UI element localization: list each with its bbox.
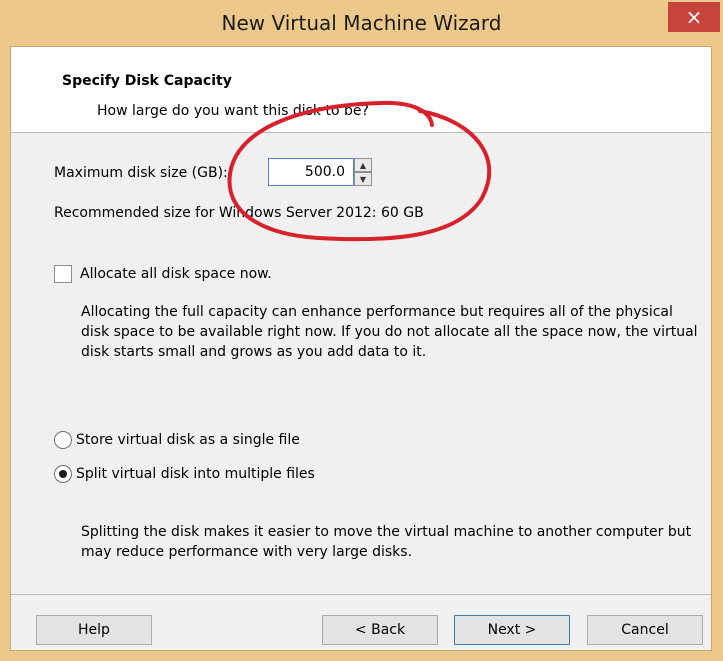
disk-size-spinner[interactable]: ▲ ▼: [268, 158, 372, 186]
multiple-files-label[interactable]: Split virtual disk into multiple files: [76, 466, 315, 482]
window-title: New Virtual Machine Wizard: [221, 11, 502, 35]
multiple-files-radio[interactable]: [54, 465, 72, 483]
allocate-now-checkbox-row[interactable]: Allocate all disk space now.: [54, 265, 272, 283]
disk-size-label: Maximum disk size (GB):: [54, 165, 228, 181]
allocate-now-checkbox[interactable]: [54, 265, 72, 283]
back-button[interactable]: < Back: [322, 615, 438, 645]
spinner-buttons: ▲ ▼: [354, 158, 372, 186]
wizard-client-area: Specify Disk Capacity How large do you w…: [10, 46, 712, 651]
down-arrow-icon[interactable]: ▼: [354, 172, 372, 186]
recommended-size-text: Recommended size for Windows Server 2012…: [54, 205, 424, 221]
up-arrow-icon[interactable]: ▲: [354, 158, 372, 172]
multiple-files-option[interactable]: Split virtual disk into multiple files: [54, 465, 315, 483]
single-file-label[interactable]: Store virtual disk as a single file: [76, 432, 300, 448]
split-description: Splitting the disk makes it easier to mo…: [81, 524, 692, 560]
next-button[interactable]: Next >: [454, 615, 570, 645]
single-file-radio[interactable]: [54, 431, 72, 449]
allocate-description: Allocating the full capacity can enhance…: [81, 304, 698, 360]
help-button[interactable]: Help: [36, 615, 152, 645]
disk-size-input[interactable]: [268, 158, 354, 186]
wizard-window: New Virtual Machine Wizard × Specify Dis…: [0, 0, 723, 661]
close-button[interactable]: ×: [668, 2, 720, 32]
single-file-option[interactable]: Store virtual disk as a single file: [54, 431, 300, 449]
title-bar[interactable]: New Virtual Machine Wizard ×: [0, 0, 723, 46]
allocate-now-label[interactable]: Allocate all disk space now.: [80, 266, 272, 282]
wizard-header: Specify Disk Capacity How large do you w…: [11, 47, 711, 133]
close-icon: ×: [685, 5, 703, 29]
cancel-button[interactable]: Cancel: [587, 615, 703, 645]
page-title: Specify Disk Capacity: [62, 73, 232, 89]
page-subtitle: How large do you want this disk to be?: [97, 103, 369, 119]
footer-divider: [11, 594, 711, 595]
